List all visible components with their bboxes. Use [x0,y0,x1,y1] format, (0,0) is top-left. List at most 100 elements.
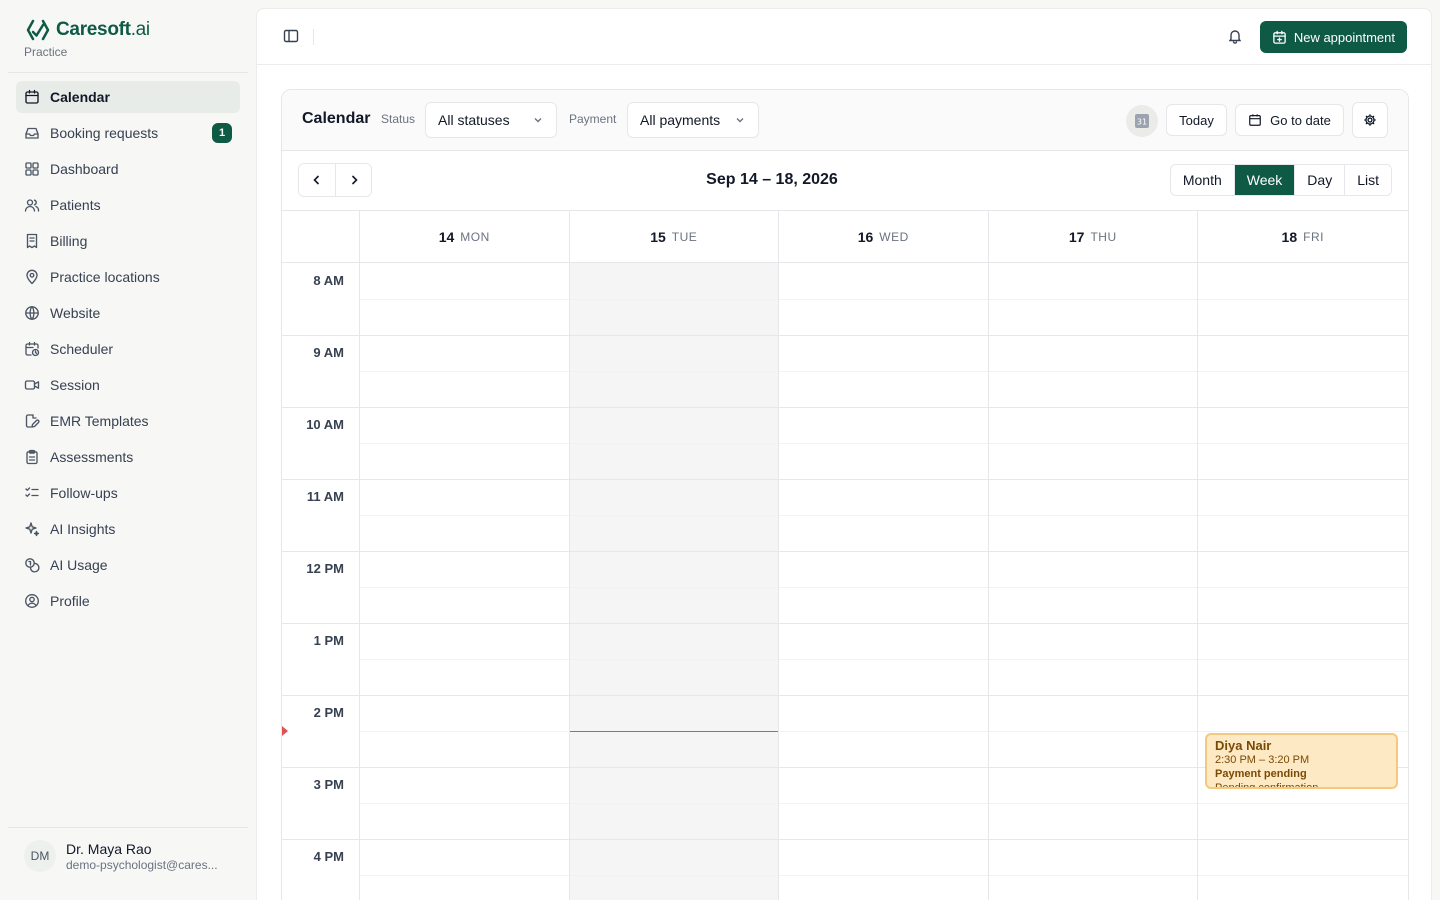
half-hour-line [360,371,569,372]
time-gutter: 8 AM 9 AM 10 AM 11 AM 12 PM 1 PM 2 PM 3 PM 4 PM [282,211,360,900]
gutter-hour-line [282,767,359,768]
half-hour-line [779,803,988,804]
day-header[interactable]: 16 WED [779,211,988,263]
sidebar-item-practice-locations[interactable]: Practice locations [16,261,240,293]
new-appointment-button[interactable]: New appointment [1259,21,1407,53]
sidebar-divider [8,72,248,73]
sidebar-item-booking-requests[interactable]: Booking requests 1 [16,117,240,149]
hour-label: 1 PM [313,633,344,648]
view-month-button[interactable]: Month [1170,165,1234,195]
day-header[interactable]: 18 FRI [1198,211,1408,263]
day-column-mon[interactable]: 14 MON [360,211,570,900]
hour-line [988,767,1197,768]
hour-line [569,335,778,336]
day-number: 15 [650,228,666,245]
day-number: 14 [438,228,455,245]
hour-line [779,551,988,552]
notifications-button[interactable] [1225,26,1245,46]
sidebar: Caresoft.ai Practice Calendar Booking req… [0,0,256,900]
day-header[interactable]: 17 THU [988,211,1197,263]
half-hour-line [779,443,988,444]
hour-line [569,839,778,840]
hour-line [779,767,988,768]
day-of-week: FRI [1303,229,1324,244]
day-column-wed[interactable]: 16 WED [779,211,989,900]
sparkles-icon [25,522,40,537]
sidebar-item-scheduler[interactable]: Scheduler [16,333,240,365]
google-calendar-button[interactable]: 31 [1126,105,1158,137]
hour-line [779,839,988,840]
hour-line [569,623,778,624]
receipt-icon [26,233,38,249]
bell-icon [1228,30,1242,44]
current-time-line [569,731,778,732]
half-hour-line [779,875,988,876]
sidebar-item-label: Session [50,377,100,393]
sidebar-item-profile[interactable]: Profile [16,585,240,617]
sidebar-item-emr-templates[interactable]: EMR Templates [16,405,240,437]
half-hour-line [779,731,988,732]
google-calendar-label: 31 [1137,118,1147,127]
half-hour-line [360,587,569,588]
user-email: demo-psychologist@cares... [66,857,218,872]
today-button[interactable]: Today [1166,104,1227,136]
view-list-button[interactable]: List [1344,165,1391,195]
half-hour-line [779,515,988,516]
brand[interactable]: Caresoft.ai Practice [24,18,150,59]
sidebar-item-billing[interactable]: Billing [16,225,240,257]
calendar-clock-icon [25,341,40,357]
view-switcher: Month Week Day List [1169,164,1392,196]
hour-line [988,839,1197,840]
sidebar-item-calendar[interactable]: Calendar [16,81,240,113]
sidebar-toggle-button[interactable] [281,26,301,46]
go-to-date-button[interactable]: Go to date [1235,104,1344,136]
status-label: Status [381,112,416,126]
day-of-week: THU [1090,229,1117,244]
payment-select[interactable]: All payments [627,102,759,138]
sidebar-item-label: Assessments [50,449,134,465]
payment-label: Payment [569,112,617,126]
gear-icon [1364,114,1376,126]
half-hour-line [1198,587,1408,588]
user-profile[interactable]: DM Dr. Maya Rao demo-psychologist@cares.… [24,840,218,872]
status-select[interactable]: All statuses [425,102,557,138]
day-column-thu[interactable]: 17 THU [988,211,1198,900]
sidebar-item-website[interactable]: Website [16,297,240,329]
sidebar-item-session[interactable]: Session [16,369,240,401]
hour-label: 2 PM [313,705,344,720]
sidebar-item-ai-usage[interactable]: AI Usage [16,549,240,581]
half-hour-line [988,803,1197,804]
sidebar-item-assessments[interactable]: Assessments [16,441,240,473]
topbar: New appointment [257,9,1431,65]
users-icon [24,199,40,212]
half-hour-line [360,803,569,804]
booking-requests-badge: 1 [212,123,232,143]
calendar-settings-button[interactable] [1352,102,1388,138]
half-hour-line [1198,299,1408,300]
sidebar-item-dashboard[interactable]: Dashboard [16,153,240,185]
view-week-button[interactable]: Week [1233,165,1295,195]
half-hour-line [569,875,778,876]
coins-icon [25,558,40,573]
half-hour-line [1198,659,1408,660]
sidebar-item-label: EMR Templates [50,413,149,429]
day-header[interactable]: 14 MON [360,211,569,263]
day-column-tue[interactable]: 15 TUE [569,211,779,900]
day-of-week: WED [879,229,909,244]
half-hour-line [569,299,778,300]
sidebar-item-label: Calendar [50,89,110,105]
view-day-button[interactable]: Day [1294,165,1345,195]
appointment-event[interactable]: Diya Nair 2:30 PM – 3:20 PM Payment pendin… [1205,733,1398,789]
hour-line [1198,551,1408,552]
sidebar-item-patients[interactable]: Patients [16,189,240,221]
hour-line [360,767,569,768]
sidebar-item-label: Patients [50,197,101,213]
hour-label: 12 PM [306,561,344,576]
hour-line [779,695,988,696]
day-column-fri[interactable]: 18 FRI Diya Nair 2:30 PM – 3:20 PM Payment p… [1198,211,1408,900]
hour-line [360,551,569,552]
day-header[interactable]: 15 TUE [569,211,778,263]
sidebar-item-follow-ups[interactable]: Follow-ups [16,477,240,509]
hour-line [360,407,569,408]
sidebar-item-ai-insights[interactable]: AI Insights [16,513,240,545]
